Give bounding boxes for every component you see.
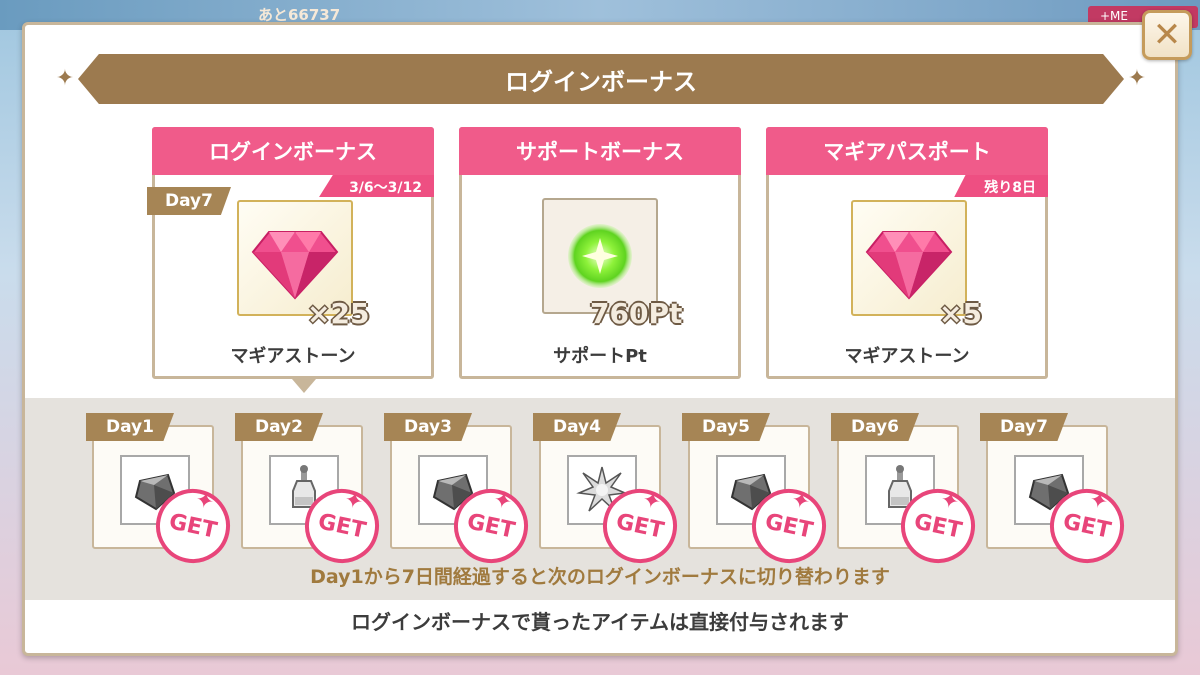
banner-ornament-left-icon: ✦ [55, 66, 75, 91]
day-label: Day4 [533, 413, 621, 441]
support-point-icon [568, 224, 632, 288]
rotation-note: Day1から7日間経過すると次のログインボーナスに切り替わります [310, 566, 890, 588]
day-cell-4[interactable]: Day4 ✦ GET [533, 413, 684, 570]
login-bonus-card: ログインボーナス 3/6〜3/12 Day7 ×25 マギアストーン [147, 127, 434, 379]
day-cell-7[interactable]: Day7 ✦ GET [980, 413, 1131, 570]
reward-item-name: マギアストーン [844, 346, 970, 367]
day-label: Day5 [682, 413, 770, 441]
day-label: Day1 [86, 413, 174, 441]
dialog-title: ログインボーナス [505, 67, 697, 96]
support-bonus-card: サポートボーナス 760Pt サポートPt [459, 127, 741, 379]
reward-quantity: 760Pt [590, 297, 683, 330]
footer-message: ログインボーナスで貰ったアイテムは直接付与されます [351, 610, 849, 634]
banner-ornament-right-icon: ✦ [1127, 66, 1147, 91]
current-day-tag: Day7 [147, 187, 231, 215]
sparkle-icon: ✦ [788, 487, 813, 516]
magia-passport-card: マギアパスポート 残り8日 ×5 マギアストーン [766, 127, 1048, 379]
card-date-range: 3/6〜3/12 [319, 175, 434, 197]
day-cell-1[interactable]: Day1 ✦ GET [86, 413, 237, 570]
day-cell-6[interactable]: Day6 ✦ GET [831, 413, 982, 570]
selected-card-pointer [292, 379, 316, 393]
reward-quantity: ×25 [307, 297, 370, 330]
close-button[interactable]: ✕ [1142, 10, 1192, 60]
day-label: Day7 [980, 413, 1068, 441]
card-header: マギアパスポート [766, 127, 1048, 175]
sparkle-icon: ✦ [490, 487, 515, 516]
sparkle-icon: ✦ [639, 487, 664, 516]
card-header: サポートボーナス [459, 127, 741, 175]
day-cell-2[interactable]: Day2 ✦ GET [235, 413, 386, 570]
close-icon: ✕ [1152, 15, 1182, 55]
sparkle-icon: ✦ [1086, 487, 1111, 516]
card-header: ログインボーナス [152, 127, 434, 175]
day-label: Day2 [235, 413, 323, 441]
sparkle-icon: ✦ [341, 487, 366, 516]
sparkle-icon: ✦ [192, 487, 217, 516]
reward-item-name: マギアストーン [230, 346, 356, 367]
dialog-title-banner: ログインボーナス [78, 54, 1124, 104]
day-label: Day3 [384, 413, 472, 441]
sparkle-icon: ✦ [937, 487, 962, 516]
reward-quantity: ×5 [939, 297, 982, 330]
day-label: Day6 [831, 413, 919, 441]
day-cell-5[interactable]: Day5 ✦ GET [682, 413, 833, 570]
day-cell-3[interactable]: Day3 ✦ GET [384, 413, 535, 570]
reward-item-name: サポートPt [553, 346, 647, 367]
card-remaining-days: 残り8日 [954, 175, 1048, 197]
